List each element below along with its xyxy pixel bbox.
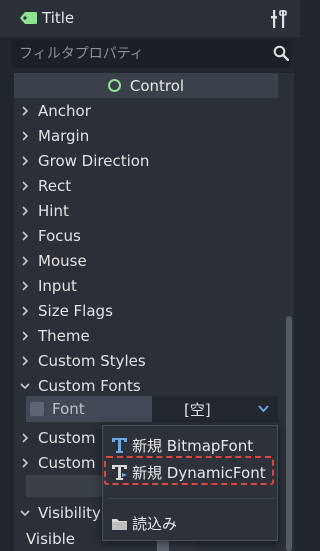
chevron-down-icon[interactable] (258, 405, 269, 413)
property-group-custom-fonts[interactable]: Custom Fonts (14, 373, 278, 398)
property-group-margin[interactable]: Margin (14, 123, 278, 148)
property-group-anchor[interactable]: Anchor (14, 98, 278, 123)
property-group-label: Theme (38, 326, 90, 345)
chevron-right-icon (22, 432, 29, 443)
font-resource-picker[interactable]: [空] (152, 396, 278, 422)
menu-item-label: 新規 BitmapFont (132, 436, 254, 455)
property-group-label: Margin (38, 126, 90, 145)
property-group-label: Rect (38, 176, 72, 195)
property-group-hint[interactable]: Hint (14, 198, 278, 223)
property-group-grow-direction[interactable]: Grow Direction (14, 148, 278, 173)
property-group-custom-styles[interactable]: Custom Styles (14, 348, 278, 373)
property-group-label: Mouse (38, 251, 87, 270)
filter-properties-input[interactable] (11, 40, 261, 68)
menu-item-label: 読込み (132, 514, 178, 533)
chevron-right-icon (22, 457, 29, 468)
property-group-size-flags[interactable]: Size Flags (14, 298, 278, 323)
visible-property-toggle[interactable] (155, 540, 195, 551)
menu-item-new-bitmap-font[interactable]: 新規 BitmapFont (111, 432, 275, 458)
property-group-label: Visibility (38, 503, 101, 522)
chevron-right-icon (22, 230, 29, 241)
chevron-right-icon (22, 205, 29, 216)
font-override-checkbox[interactable] (30, 402, 44, 416)
tag-icon (20, 12, 37, 24)
menu-separator (107, 498, 275, 499)
property-group-input[interactable]: Input (14, 273, 278, 298)
property-group-label: Input (38, 276, 77, 295)
chevron-down-icon (20, 509, 30, 516)
property-group-label: Custom Styles (38, 351, 146, 370)
property-group-label: Custom (38, 453, 96, 472)
filter-properties (11, 40, 291, 68)
chevron-right-icon (22, 180, 29, 191)
inspector-scrollbar[interactable] (286, 316, 292, 551)
section-control[interactable]: Control (14, 73, 278, 98)
search-icon[interactable] (273, 45, 289, 61)
visible-checkbox[interactable] (157, 540, 169, 551)
visible-property-label: Visible (26, 530, 75, 548)
property-group-rect[interactable]: Rect (14, 173, 278, 198)
chevron-down-icon (20, 382, 30, 389)
folder-icon (112, 518, 127, 530)
chevron-right-icon (22, 280, 29, 291)
font-property: Font [空] (26, 396, 278, 422)
property-group-focus[interactable]: Focus (14, 223, 278, 248)
property-group-theme[interactable]: Theme (14, 323, 278, 348)
property-group-label: Anchor (38, 101, 91, 120)
property-group-label: Size Flags (38, 301, 113, 320)
tools-icon[interactable] (271, 10, 287, 28)
highlight-annotation (104, 456, 274, 485)
font-resource-value: [空] (184, 400, 211, 419)
property-group-label: Grow Direction (38, 151, 150, 170)
chevron-right-icon (22, 130, 29, 141)
menu-item-load[interactable]: 読込み (111, 510, 275, 536)
property-group-label: Custom Fonts (38, 376, 141, 395)
section-label: Control (129, 76, 185, 95)
font-property-label: Font (52, 400, 85, 418)
node-title: Title (42, 9, 75, 27)
bitmap-font-icon (112, 437, 127, 453)
property-group-label: Custom (38, 428, 96, 447)
property-group-label: Focus (38, 226, 81, 245)
font-property-label-cell[interactable]: Font (26, 396, 152, 422)
chevron-right-icon (22, 105, 29, 116)
property-group-mouse[interactable]: Mouse (14, 248, 278, 273)
inspector-header: Title (0, 0, 300, 37)
chevron-right-icon (22, 155, 29, 166)
property-group-label: Hint (38, 201, 69, 220)
chevron-right-icon (22, 355, 29, 366)
chevron-right-icon (22, 330, 29, 341)
chevron-right-icon (22, 305, 29, 316)
chevron-right-icon (22, 255, 29, 266)
control-node-icon (107, 79, 121, 92)
